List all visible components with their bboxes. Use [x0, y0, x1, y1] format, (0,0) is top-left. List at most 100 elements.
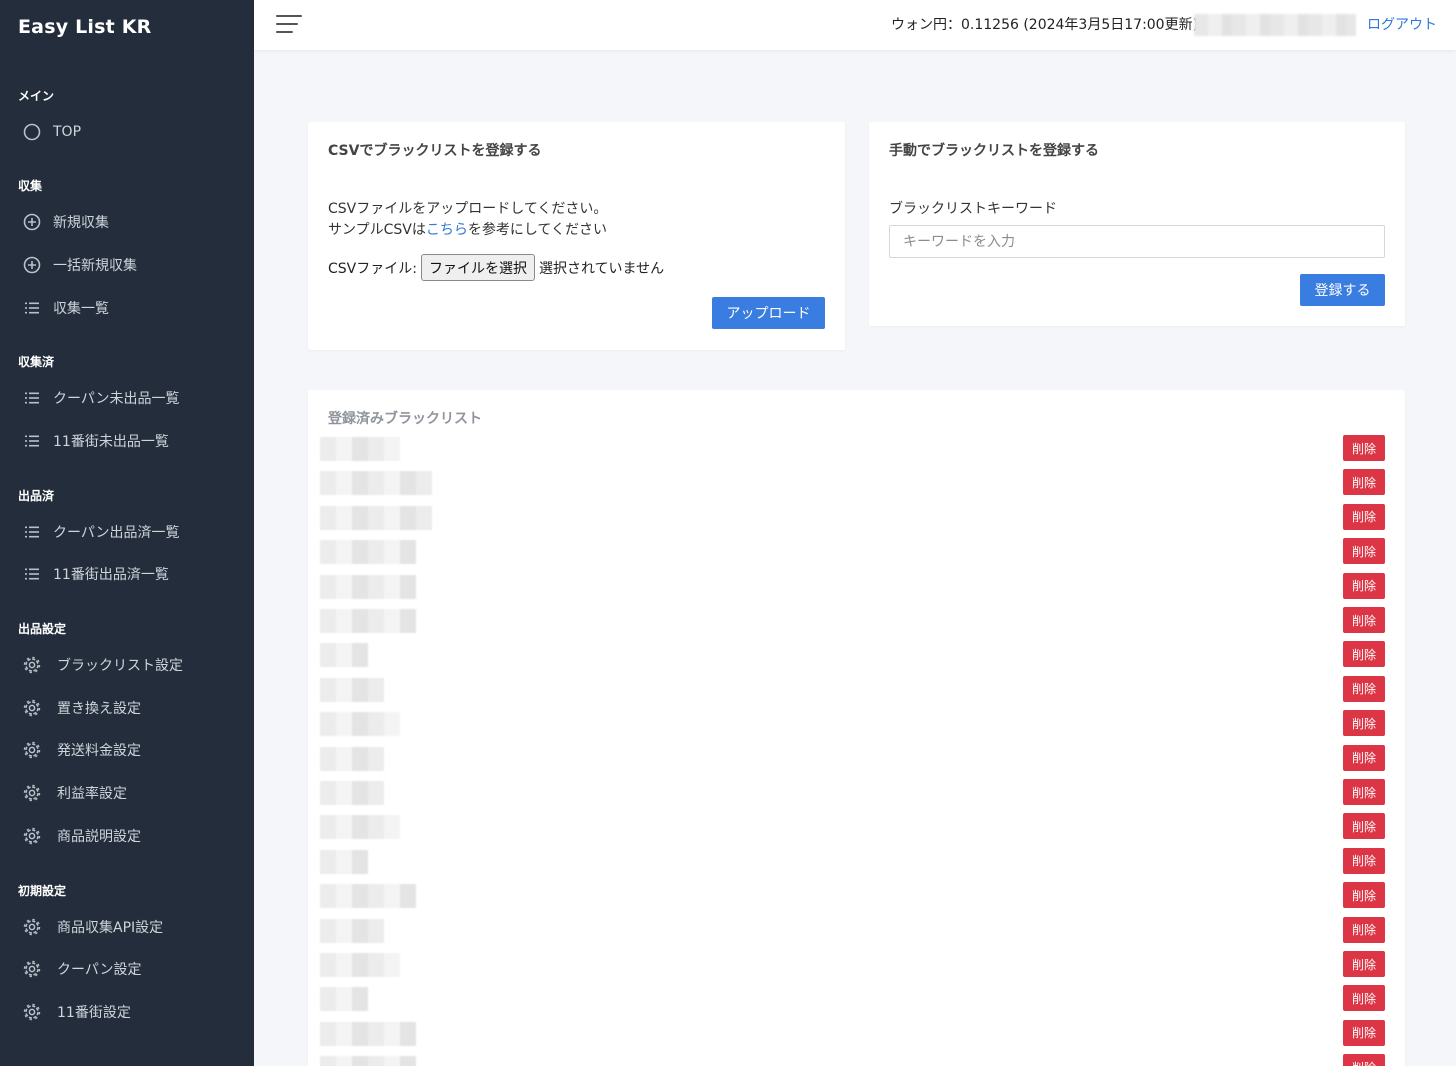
gear-icon — [22, 740, 42, 760]
sidebar-item-top[interactable]: TOP — [22, 117, 242, 147]
sidebar-item-11st-unlisted[interactable]: 11番街未出品一覧 — [22, 426, 242, 456]
blacklist-row: 削除 — [308, 985, 1405, 1013]
upload-button[interactable]: アップロード — [712, 297, 825, 329]
sidebar-item-11st-listed[interactable]: 11番街出品済一覧 — [22, 559, 242, 589]
sidebar-item-collect-list[interactable]: 収集一覧 — [22, 293, 242, 323]
blacklist-keyword-redacted — [320, 540, 416, 565]
blacklist-row: 削除 — [308, 951, 1405, 979]
blacklist-keyword-redacted — [320, 677, 384, 702]
sidebar-item-label: TOP — [53, 124, 82, 140]
plus-circle-icon — [22, 255, 42, 275]
blacklist-keyword-redacted — [320, 987, 368, 1012]
gear-icon — [22, 698, 42, 718]
delete-button[interactable]: 削除 — [1343, 675, 1385, 702]
delete-button[interactable]: 削除 — [1343, 951, 1385, 977]
sidebar-item-label: 置き換え設定 — [57, 701, 141, 717]
blacklist-keyword-redacted — [320, 1056, 416, 1066]
csv-sample-prefix: サンプルCSVは — [328, 222, 426, 238]
delete-button[interactable]: 削除 — [1343, 538, 1385, 565]
sidebar-item-bulk-collect[interactable]: 一括新規収集 — [22, 250, 242, 280]
section-listing-settings: 出品設定 — [18, 622, 67, 636]
user-name-redacted — [1194, 14, 1356, 36]
sidebar-item-label: クーパン設定 — [57, 962, 142, 978]
blacklist-keyword-redacted — [320, 505, 432, 530]
sidebar-item-label: 商品収集API設定 — [57, 920, 164, 936]
list-icon — [22, 564, 42, 584]
csv-sample-suffix: を参考にしてください — [467, 222, 607, 238]
gear-icon — [22, 826, 42, 846]
sidebar-item-profit-rate-settings[interactable]: 利益率設定 — [22, 778, 242, 808]
sidebar-item-shipping-fee-settings[interactable]: 発送料金設定 — [22, 735, 242, 765]
delete-button[interactable]: 削除 — [1343, 1054, 1385, 1066]
gear-icon — [22, 959, 42, 979]
sidebar-item-label: 新規収集 — [53, 215, 109, 231]
sidebar-item-coupang-settings[interactable]: クーパン設定 — [22, 954, 242, 984]
sidebar-item-label: 収集一覧 — [53, 301, 109, 317]
blacklist-keyword-redacted — [320, 712, 400, 737]
blacklist-keyword-redacted — [320, 643, 368, 668]
sidebar-item-label: 11番街設定 — [57, 1005, 131, 1021]
delete-button[interactable]: 削除 — [1343, 779, 1385, 805]
manual-register-card: 手動でブラックリストを登録する ブラックリストキーワード 登録する — [869, 122, 1405, 326]
delete-button[interactable]: 削除 — [1343, 572, 1385, 599]
sidebar-item-coupang-listed[interactable]: クーパン出品済一覧 — [22, 517, 242, 547]
delete-button[interactable]: 削除 — [1343, 916, 1385, 943]
list-icon — [22, 298, 42, 318]
blacklist-keyword-redacted — [320, 746, 384, 771]
delete-button[interactable]: 削除 — [1343, 607, 1385, 633]
blacklist-row: 削除 — [308, 744, 1405, 773]
sidebar-item-new-collect[interactable]: 新規収集 — [22, 207, 242, 237]
sidebar-item-replace-settings[interactable]: 置き換え設定 — [22, 693, 242, 723]
blacklist-keyword-redacted — [320, 574, 416, 599]
keyword-input[interactable] — [889, 225, 1385, 258]
sidebar: Easy List KR メイン TOP 収集 新規収集 一括新規収集 収集一覧… — [0, 0, 254, 1066]
delete-button[interactable]: 削除 — [1343, 710, 1385, 737]
blacklist-row: 削除 — [308, 572, 1405, 601]
delete-button[interactable]: 削除 — [1343, 435, 1385, 461]
section-main: メイン — [18, 89, 55, 103]
delete-button[interactable]: 削除 — [1343, 469, 1385, 496]
blacklist-keyword-redacted — [320, 953, 400, 977]
blacklist-keyword-redacted — [320, 884, 416, 909]
delete-button[interactable]: 削除 — [1343, 847, 1385, 874]
sidebar-item-label: クーパン出品済一覧 — [53, 525, 180, 541]
hamburger-menu-icon[interactable] — [276, 13, 302, 35]
blacklist-row: 削除 — [308, 503, 1405, 532]
delete-button[interactable]: 削除 — [1343, 985, 1385, 1012]
blacklist-row: 削除 — [308, 710, 1405, 738]
delete-button[interactable]: 削除 — [1343, 882, 1385, 909]
section-listed: 出品済 — [18, 489, 55, 503]
list-icon — [22, 431, 42, 451]
delete-button[interactable]: 削除 — [1343, 744, 1385, 771]
gear-icon — [22, 917, 42, 937]
blacklist-keyword-redacted — [320, 609, 416, 633]
sidebar-item-11st-settings[interactable]: 11番街設定 — [22, 997, 242, 1027]
brand-logo[interactable]: Easy List KR — [18, 16, 152, 38]
csv-file-row: CSVファイル: ファイルを選択 選択されていません — [328, 254, 664, 281]
blacklist-keyword-redacted — [320, 849, 368, 874]
blacklist-row: 削除 — [308, 916, 1405, 945]
card-title: 登録済みブラックリスト — [328, 411, 482, 427]
blacklist-keyword-redacted — [320, 918, 384, 943]
blacklist-row: 削除 — [308, 1054, 1405, 1066]
delete-button[interactable]: 削除 — [1343, 1019, 1385, 1046]
sidebar-item-label: クーパン未出品一覧 — [53, 391, 180, 407]
delete-button[interactable]: 削除 — [1343, 641, 1385, 668]
sidebar-item-coupang-unlisted[interactable]: クーパン未出品一覧 — [22, 383, 242, 413]
blacklist-keyword-redacted — [320, 437, 400, 461]
logout-link[interactable]: ログアウト — [1367, 14, 1437, 34]
sidebar-item-api-settings[interactable]: 商品収集API設定 — [22, 912, 242, 942]
delete-button[interactable]: 削除 — [1343, 813, 1385, 840]
blacklist-row: 削除 — [308, 641, 1405, 669]
delete-button[interactable]: 削除 — [1343, 503, 1385, 530]
sample-csv-link[interactable]: こちら — [426, 222, 468, 238]
sidebar-item-label: 商品説明設定 — [57, 829, 141, 845]
csv-sample-note: サンプルCSVはこちらを参考にしてください — [328, 219, 607, 239]
register-button[interactable]: 登録する — [1300, 274, 1385, 306]
sidebar-item-label: 11番街出品済一覧 — [53, 567, 169, 583]
choose-file-button[interactable]: ファイルを選択 — [420, 254, 535, 281]
sidebar-item-description-settings[interactable]: 商品説明設定 — [22, 821, 242, 851]
sidebar-item-blacklist-settings[interactable]: ブラックリスト設定 — [22, 650, 242, 680]
sidebar-item-label: 発送料金設定 — [57, 743, 141, 759]
sidebar-item-label: ブラックリスト設定 — [57, 658, 183, 674]
